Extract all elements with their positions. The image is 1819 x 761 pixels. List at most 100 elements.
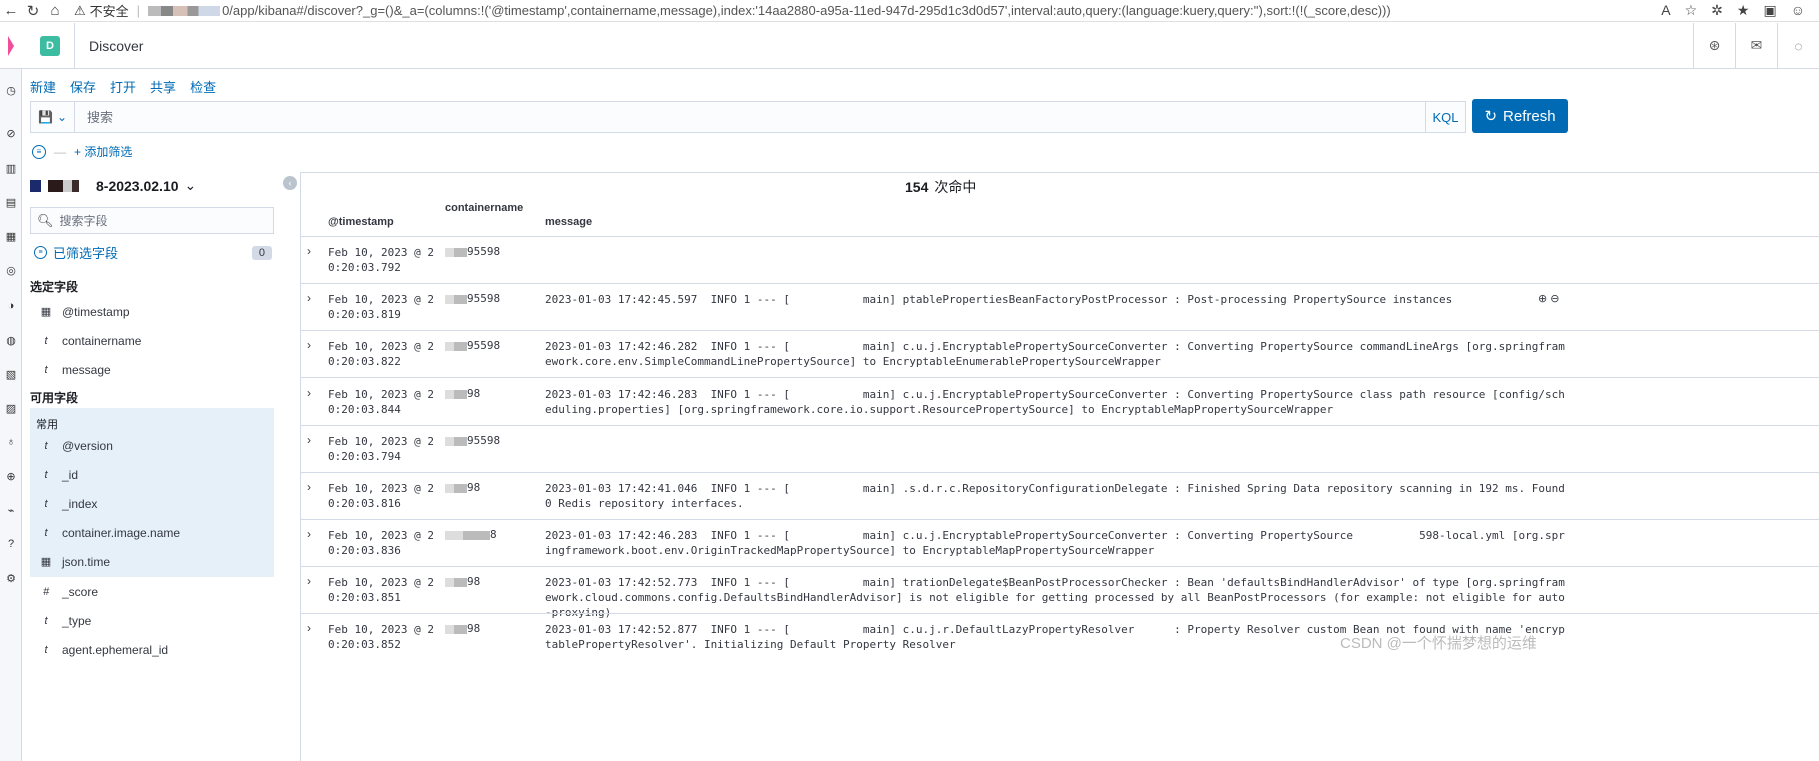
column-header-timestamp[interactable]: @timestamp <box>328 216 394 228</box>
profile-icon[interactable]: ☺ <box>1791 2 1805 19</box>
query-bar: 💾 ⌄ KQL <box>30 101 1466 133</box>
cell-containername: 95598 <box>445 339 500 352</box>
nav-open[interactable]: 打开 <box>110 77 136 96</box>
devtools-icon[interactable]: ⌁ <box>0 501 22 519</box>
cell-message: 2023-01-03 17:42:46.283 INFO 1 --- [ mai… <box>545 388 1565 416</box>
watermark: CSDN @一个怀揣梦想的运维 <box>1340 635 1537 652</box>
chevron-right-icon[interactable]: › <box>307 338 311 352</box>
cell-timestamp: Feb 10, 2023 @ 2 0:20:03.816 <box>328 482 434 510</box>
maps-icon[interactable]: ◎ <box>0 261 22 279</box>
chevron-right-icon[interactable]: › <box>307 574 311 588</box>
table-row[interactable] <box>300 236 1819 283</box>
favorite-add-icon[interactable]: ☆ <box>1685 2 1698 19</box>
table-row[interactable] <box>300 425 1819 472</box>
read-aloud-icon[interactable]: A <box>1661 2 1670 19</box>
filter-icon: ≡ <box>34 246 47 259</box>
field-item[interactable]: t containername <box>30 326 274 355</box>
field-item[interactable]: # _score <box>30 577 274 606</box>
field-item[interactable]: t @version <box>30 431 274 460</box>
refresh-button[interactable]: ↻ Refresh <box>1472 99 1568 133</box>
browser-toolbar: ← ↻ ⌂ ⚠ 不安全 | 0/app/kibana#/discover?_g=… <box>0 0 1819 22</box>
field-item[interactable]: t container.image.name <box>30 518 274 547</box>
field-item[interactable]: t _id <box>30 460 274 489</box>
redacted-host <box>148 5 221 16</box>
insecure-label: 不安全 <box>89 4 129 19</box>
uptime-icon[interactable]: ♁ <box>0 433 22 451</box>
back-icon[interactable]: ← <box>0 1 22 21</box>
nav-new[interactable]: 新建 <box>30 77 56 96</box>
selected-fields-header: 选定字段 <box>30 280 79 294</box>
chevron-right-icon[interactable]: › <box>307 480 311 494</box>
field-item[interactable]: ▦ json.time <box>30 547 274 576</box>
chevron-right-icon[interactable]: › <box>307 244 311 258</box>
visualize-icon[interactable]: ▥ <box>0 159 22 177</box>
siem-icon[interactable]: ⊕ <box>0 467 22 485</box>
extensions-icon[interactable]: ✲ <box>1711 2 1723 19</box>
cell-containername: 8 <box>445 528 497 541</box>
chevron-right-icon[interactable]: › <box>307 433 311 447</box>
search-input[interactable] <box>75 102 1425 132</box>
space-avatar[interactable]: D <box>40 35 60 56</box>
add-filter-button[interactable]: + 添加筛选 <box>74 143 132 160</box>
url-text: 0/app/kibana#/discover?_g=()&_a=(columns… <box>222 3 1391 18</box>
loading-icon: ◌ <box>1777 22 1819 69</box>
nav-share[interactable]: 共享 <box>150 77 176 96</box>
column-header-message[interactable]: message <box>545 216 592 228</box>
newsfeed-icon[interactable]: ✉ <box>1735 22 1777 69</box>
chevron-right-icon[interactable]: › <box>307 621 311 635</box>
monitoring-icon[interactable]: ? <box>0 535 22 553</box>
infrastructure-icon[interactable]: ◍ <box>0 331 22 349</box>
ml-icon[interactable]: ◑ <box>0 297 22 315</box>
filtered-fields-toggle[interactable]: ≡ 已筛选字段 0 <box>34 243 272 262</box>
address-bar[interactable]: ⚠ 不安全 | 0/app/kibana#/discover?_g=()&_a=… <box>66 1 1391 20</box>
discover-icon[interactable]: ⊘ <box>0 124 22 142</box>
filter-bar: ≡ — + 添加筛选 <box>32 143 132 160</box>
collapse-sidebar-icon[interactable]: ‹ <box>283 176 297 190</box>
management-icon[interactable]: ⚙ <box>0 569 22 587</box>
field-search-input[interactable] <box>59 213 260 228</box>
string-type-icon: t <box>44 468 48 481</box>
query-language-toggle[interactable]: KQL <box>1425 102 1465 132</box>
field-item[interactable]: t message <box>30 355 274 384</box>
cell-timestamp: Feb 10, 2023 @ 2 0:20:03.794 <box>328 435 434 463</box>
nav-inspect[interactable]: 检查 <box>190 77 216 96</box>
search-icon: 🔍︎ <box>37 212 54 228</box>
field-item[interactable]: t agent.ephemeral_id <box>30 635 274 664</box>
common-fields-header: 常用 <box>36 419 58 431</box>
field-item[interactable]: t _type <box>30 606 274 635</box>
field-item[interactable]: t _index <box>30 489 274 518</box>
cell-message: 2023-01-03 17:42:41.046 INFO 1 --- [ mai… <box>545 482 1572 510</box>
column-header-containername[interactable]: containername <box>445 202 523 214</box>
home-icon[interactable]: ⌂ <box>44 1 66 21</box>
filter-for-value-icon[interactable]: ⊕ ⊖ <box>1538 292 1560 305</box>
favorites-icon[interactable]: ★ <box>1737 2 1750 19</box>
canvas-icon[interactable]: ▦ <box>0 227 22 245</box>
chevron-right-icon[interactable]: › <box>307 527 311 541</box>
field-item[interactable]: ▦ @timestamp <box>30 297 274 326</box>
chevron-right-icon[interactable]: › <box>307 291 311 305</box>
index-pattern-selector[interactable]: 8-2023.02.10 ⌄ <box>30 177 196 194</box>
recent-icon[interactable]: ◷ <box>0 81 22 99</box>
cell-timestamp: Feb 10, 2023 @ 2 0:20:03.792 <box>328 246 434 274</box>
saved-query-button[interactable]: 💾 ⌄ <box>31 102 75 132</box>
cell-timestamp: Feb 10, 2023 @ 2 0:20:03.844 <box>328 388 434 416</box>
cell-containername: 98 <box>445 387 480 400</box>
collections-icon[interactable]: ▣ <box>1763 2 1776 19</box>
chevron-right-icon[interactable]: › <box>307 386 311 400</box>
calendar-icon: ▦ <box>40 556 52 568</box>
field-search: 🔍︎ <box>30 207 274 234</box>
dashboard-icon[interactable]: ▤ <box>0 193 22 211</box>
kibana-logo-icon[interactable] <box>0 23 22 69</box>
app-title: Discover <box>89 37 144 54</box>
cell-containername: 98 <box>445 481 480 494</box>
reload-icon[interactable]: ↻ <box>22 1 44 21</box>
cell-containername: 98 <box>445 622 480 635</box>
chevron-down-icon: ⌄ <box>184 177 197 193</box>
nav-save[interactable]: 保存 <box>70 77 96 96</box>
logs-icon[interactable]: ▧ <box>0 365 22 383</box>
help-icon[interactable]: ⊛ <box>1693 22 1735 69</box>
warning-icon: ⚠ <box>74 2 86 18</box>
filter-icon[interactable]: ≡ <box>32 144 46 159</box>
apm-icon[interactable]: ▨ <box>0 399 22 417</box>
cell-timestamp: Feb 10, 2023 @ 2 0:20:03.819 <box>328 293 434 321</box>
